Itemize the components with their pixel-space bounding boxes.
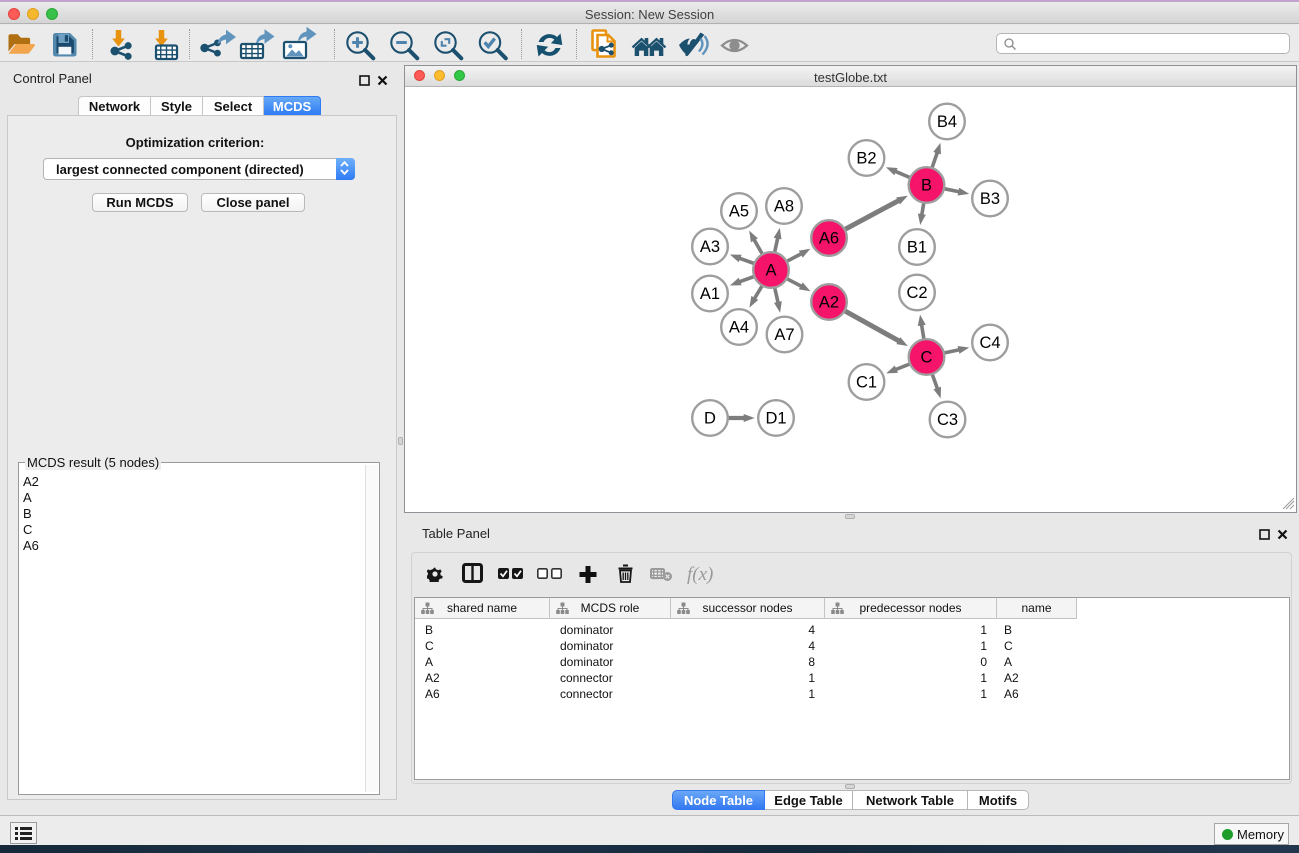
- svg-text:A5: A5: [729, 203, 749, 221]
- svg-text:A8: A8: [774, 198, 794, 216]
- svg-text:D1: D1: [765, 410, 786, 428]
- svg-text:B1: B1: [907, 239, 927, 257]
- svg-text:A3: A3: [700, 238, 720, 256]
- svg-text:B: B: [921, 177, 932, 195]
- svg-text:A: A: [765, 262, 776, 280]
- svg-text:D: D: [704, 410, 716, 428]
- svg-text:C: C: [921, 349, 933, 367]
- svg-text:A1: A1: [700, 285, 720, 303]
- svg-text:A7: A7: [774, 326, 794, 344]
- svg-text:B4: B4: [937, 113, 957, 131]
- svg-text:A4: A4: [729, 319, 749, 337]
- svg-text:B2: B2: [856, 150, 876, 168]
- svg-text:C3: C3: [937, 411, 958, 429]
- svg-text:C1: C1: [856, 374, 877, 392]
- svg-text:C4: C4: [979, 334, 1000, 352]
- svg-text:A2: A2: [819, 294, 839, 312]
- svg-text:C2: C2: [906, 284, 927, 302]
- svg-text:B3: B3: [980, 190, 1000, 208]
- svg-text:A6: A6: [819, 230, 839, 248]
